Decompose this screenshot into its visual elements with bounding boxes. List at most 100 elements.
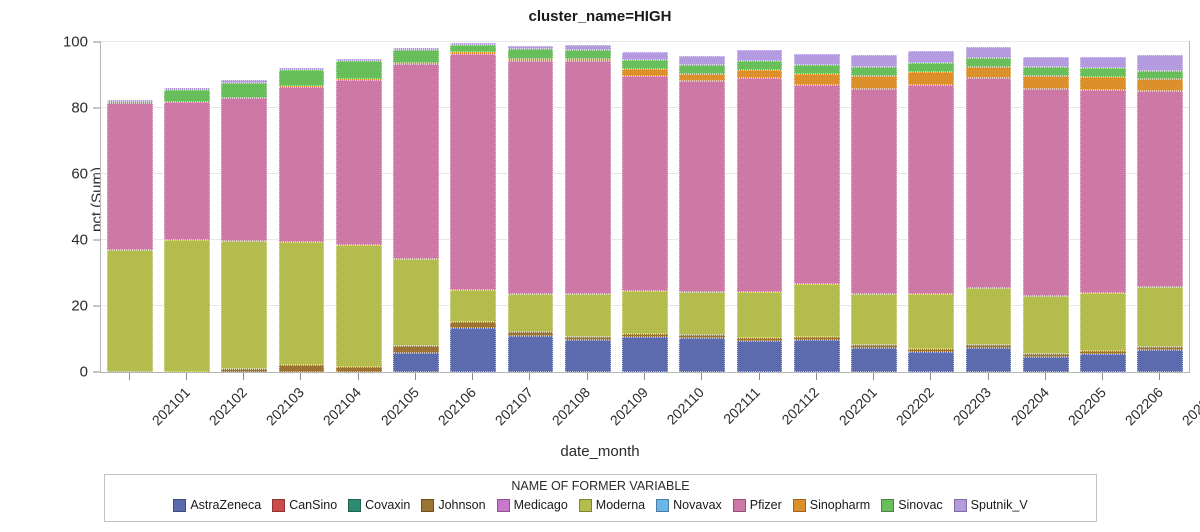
bar-group[interactable] bbox=[965, 42, 1012, 372]
bar-segment-astrazeneca[interactable] bbox=[1022, 356, 1069, 372]
bar-group[interactable] bbox=[221, 42, 268, 372]
bar-segment-sputnik_v[interactable] bbox=[1022, 56, 1069, 68]
bar-segment-pfizer[interactable] bbox=[564, 61, 611, 295]
bar-segment-sinopharm[interactable] bbox=[679, 74, 726, 82]
bar-segment-moderna[interactable] bbox=[679, 291, 726, 336]
bar-group[interactable] bbox=[564, 42, 611, 372]
bar-segment-pfizer[interactable] bbox=[736, 77, 783, 293]
bar-segment-pfizer[interactable] bbox=[335, 80, 382, 246]
bar-segment-sinovac[interactable] bbox=[622, 60, 668, 70]
bar-segment-pfizer[interactable] bbox=[908, 84, 955, 295]
bar-group[interactable] bbox=[736, 42, 783, 372]
bar-segment-johnson[interactable] bbox=[450, 322, 497, 329]
bar-segment-astrazeneca[interactable] bbox=[507, 335, 554, 372]
bar-segment-pfizer[interactable] bbox=[163, 101, 210, 240]
bar-segment-sputnik_v[interactable] bbox=[908, 51, 955, 64]
bar-segment-pfizer[interactable] bbox=[507, 61, 554, 295]
bar-segment-johnson[interactable] bbox=[793, 337, 840, 341]
bar-segment-pfizer[interactable] bbox=[221, 98, 268, 241]
bar-segment-astrazeneca[interactable] bbox=[851, 348, 897, 372]
bar-segment-pfizer[interactable] bbox=[679, 81, 726, 292]
bar-segment-sinovac[interactable] bbox=[507, 49, 554, 60]
bar-segment-sputnik_v[interactable] bbox=[793, 54, 840, 66]
bar-segment-johnson[interactable] bbox=[851, 345, 897, 349]
bar-segment-johnson[interactable] bbox=[1080, 351, 1126, 354]
bar-group[interactable] bbox=[335, 42, 382, 372]
bar-group[interactable] bbox=[1022, 42, 1069, 372]
bar-segment-sputnik_v[interactable] bbox=[736, 50, 783, 62]
bar-segment-sinovac[interactable] bbox=[965, 57, 1012, 67]
bar-group[interactable] bbox=[163, 42, 210, 372]
bar-group[interactable] bbox=[278, 42, 325, 372]
bar-segment-pfizer[interactable] bbox=[450, 53, 497, 290]
bar-segment-johnson[interactable] bbox=[221, 369, 268, 372]
bar-segment-pfizer[interactable] bbox=[965, 78, 1012, 288]
bar-segment-sinopharm[interactable] bbox=[908, 72, 955, 85]
bar-segment-pfizer[interactable] bbox=[1137, 90, 1184, 287]
bar-segment-johnson[interactable] bbox=[736, 337, 783, 341]
bar-segment-moderna[interactable] bbox=[393, 259, 439, 346]
bar-segment-moderna[interactable] bbox=[622, 290, 668, 335]
bar-segment-sputnik_v[interactable] bbox=[507, 45, 554, 50]
bar-segment-sinopharm[interactable] bbox=[736, 69, 783, 78]
bar-segment-johnson[interactable] bbox=[908, 348, 955, 352]
bar-segment-sinovac[interactable] bbox=[450, 44, 497, 52]
bar-segment-sinovac[interactable] bbox=[851, 67, 897, 77]
legend-item-sputnik_v[interactable]: Sputnik_V bbox=[953, 498, 1028, 512]
bar-segment-pfizer[interactable] bbox=[793, 85, 840, 285]
bar-segment-pfizer[interactable] bbox=[278, 87, 325, 243]
bar-segment-sinovac[interactable] bbox=[163, 90, 210, 102]
bar-segment-sinovac[interactable] bbox=[1137, 70, 1184, 79]
bar-segment-moderna[interactable] bbox=[1137, 286, 1184, 348]
bar-segment-moderna[interactable] bbox=[163, 240, 210, 372]
bar-segment-pfizer[interactable] bbox=[851, 89, 897, 294]
bar-segment-pfizer[interactable] bbox=[106, 103, 153, 250]
bar-group[interactable] bbox=[106, 42, 153, 372]
bar-segment-sinovac[interactable] bbox=[221, 82, 268, 99]
bar-segment-moderna[interactable] bbox=[335, 245, 382, 368]
bar-segment-moderna[interactable] bbox=[851, 293, 897, 346]
legend-item-cansino[interactable]: CanSino bbox=[272, 498, 337, 512]
legend-item-johnson[interactable]: Johnson bbox=[421, 498, 486, 512]
bar-segment-sinovac[interactable] bbox=[1022, 67, 1069, 77]
bar-segment-sinovac[interactable] bbox=[335, 61, 382, 79]
bar-segment-johnson[interactable] bbox=[335, 367, 382, 372]
bar-segment-astrazeneca[interactable] bbox=[908, 351, 955, 372]
bar-segment-astrazeneca[interactable] bbox=[450, 328, 497, 372]
bar-segment-moderna[interactable] bbox=[1022, 296, 1069, 355]
bar-group[interactable] bbox=[507, 42, 554, 372]
bar-segment-sputnik_v[interactable] bbox=[622, 52, 668, 61]
bar-segment-johnson[interactable] bbox=[622, 334, 668, 338]
bar-segment-sputnik_v[interactable] bbox=[1080, 57, 1126, 69]
bar-segment-astrazeneca[interactable] bbox=[965, 347, 1012, 372]
bar-segment-pfizer[interactable] bbox=[622, 75, 668, 291]
bar-segment-johnson[interactable] bbox=[278, 365, 325, 372]
bar-segment-moderna[interactable] bbox=[1080, 292, 1126, 352]
bar-segment-sinopharm[interactable] bbox=[1137, 78, 1184, 91]
bar-segment-astrazeneca[interactable] bbox=[793, 340, 840, 372]
bar-segment-pfizer[interactable] bbox=[1080, 89, 1126, 293]
bar-segment-johnson[interactable] bbox=[393, 345, 439, 353]
bar-group[interactable] bbox=[393, 42, 439, 372]
bar-segment-sputnik_v[interactable] bbox=[106, 100, 153, 103]
bar-segment-moderna[interactable] bbox=[736, 292, 783, 338]
bar-segment-sputnik_v[interactable] bbox=[965, 46, 1012, 58]
bar-segment-pfizer[interactable] bbox=[1022, 89, 1069, 297]
legend-item-astrazeneca[interactable]: AstraZeneca bbox=[173, 498, 261, 512]
bar-segment-astrazeneca[interactable] bbox=[622, 337, 668, 372]
bar-segment-sputnik_v[interactable] bbox=[278, 68, 325, 71]
bar-segment-astrazeneca[interactable] bbox=[1137, 350, 1184, 372]
bar-segment-sputnik_v[interactable] bbox=[851, 55, 897, 68]
bar-segment-astrazeneca[interactable] bbox=[679, 338, 726, 372]
bar-segment-sinopharm[interactable] bbox=[450, 51, 497, 54]
legend-item-sinopharm[interactable]: Sinopharm bbox=[792, 498, 870, 512]
bar-segment-johnson[interactable] bbox=[679, 335, 726, 339]
legend-item-pfizer[interactable]: Pfizer bbox=[732, 498, 782, 512]
bar-segment-sinopharm[interactable] bbox=[1080, 77, 1126, 90]
bar-segment-sinopharm[interactable] bbox=[564, 58, 611, 62]
bar-segment-johnson[interactable] bbox=[965, 344, 1012, 348]
bar-segment-sputnik_v[interactable] bbox=[163, 87, 210, 91]
bar-segment-astrazeneca[interactable] bbox=[1080, 353, 1126, 372]
bar-segment-sputnik_v[interactable] bbox=[335, 59, 382, 62]
bar-group[interactable] bbox=[622, 42, 668, 372]
